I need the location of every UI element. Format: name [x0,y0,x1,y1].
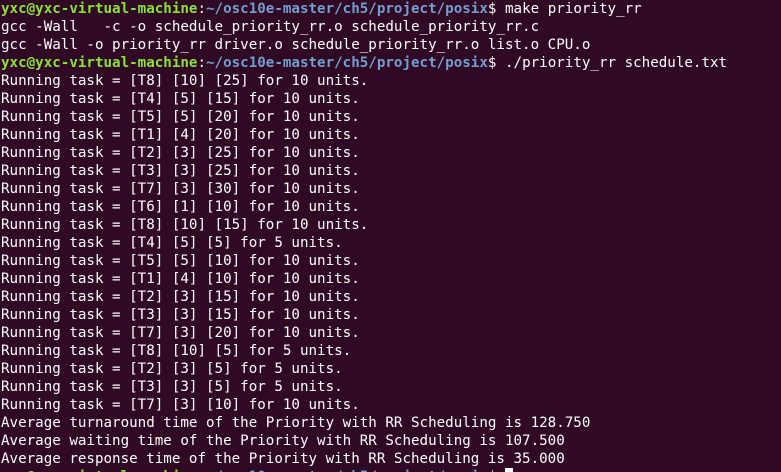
run-output-line: Running task = [T7] [3] [20] for 10 unit… [1,325,360,341]
prompt-path: ~/osc10e-master/ch5/project/posix [206,55,488,71]
build-output-line: gcc -Wall -c -o schedule_priority_rr.o s… [1,19,540,35]
run-output-line: Running task = [T2] [3] [25] for 10 unit… [1,145,360,161]
summary-turnaround: Average turnaround time of the Priority … [1,415,591,431]
build-output-line: gcc -Wall -o priority_rr driver.o schedu… [1,37,591,53]
summary-response: Average response time of the Priority wi… [1,451,565,467]
prompt-path: ~/osc10e-master/ch5/project/posix [206,1,488,17]
run-output-line: Running task = [T3] [3] [25] for 10 unit… [1,163,360,179]
terminal-window[interactable]: yxc@yxc-virtual-machine:~/osc10e-master/… [0,0,781,472]
run-output-line: Running task = [T6] [1] [10] for 10 unit… [1,199,360,215]
run-output-line: Running task = [T8] [10] [5] for 5 units… [1,343,352,359]
run-output-line: Running task = [T7] [3] [10] for 10 unit… [1,397,360,413]
command-make: make priority_rr [504,1,642,17]
run-output-line: Running task = [T8] [10] [25] for 10 uni… [1,73,369,89]
prompt-dollar: $ [487,1,505,17]
run-output-line: Running task = [T3] [3] [5] for 5 units. [1,379,343,395]
prompt-line-make: yxc@yxc-virtual-machine:~/osc10e-master/… [1,0,781,18]
run-output-line: Running task = [T5] [5] [10] for 10 unit… [1,253,360,269]
command-run: ./priority_rr schedule.txt [504,55,728,71]
run-output-line: Running task = [T5] [5] [20] for 10 unit… [1,109,360,125]
prompt-dollar: $ [487,55,505,71]
run-output-line: Running task = [T1] [4] [10] for 10 unit… [1,271,360,287]
prompt-line-current[interactable]: yxc@yxc-virtual-machine:~/osc10e-master/… [1,468,781,472]
prompt-user-host: yxc@yxc-virtual-machine [1,55,198,71]
prompt-separator: : [197,55,207,71]
run-output-line: Running task = [T1] [4] [20] for 10 unit… [1,127,360,143]
run-output-line: Running task = [T8] [10] [15] for 10 uni… [1,217,369,233]
run-output-line: Running task = [T7] [3] [30] for 10 unit… [1,181,360,197]
run-output-line: Running task = [T4] [5] [15] for 10 unit… [1,91,360,107]
run-output-line: Running task = [T2] [3] [5] for 5 units. [1,361,343,377]
prompt-separator: : [197,1,207,17]
prompt-user-host: yxc@yxc-virtual-machine [1,1,198,17]
run-output-line: Running task = [T2] [3] [15] for 10 unit… [1,289,360,305]
run-output-line: Running task = [T4] [5] [5] for 5 units. [1,235,343,251]
cursor-block [504,468,513,472]
run-output-line: Running task = [T3] [3] [15] for 10 unit… [1,307,360,323]
summary-waiting: Average waiting time of the Priority wit… [1,433,565,449]
prompt-line-run: yxc@yxc-virtual-machine:~/osc10e-master/… [1,54,781,72]
